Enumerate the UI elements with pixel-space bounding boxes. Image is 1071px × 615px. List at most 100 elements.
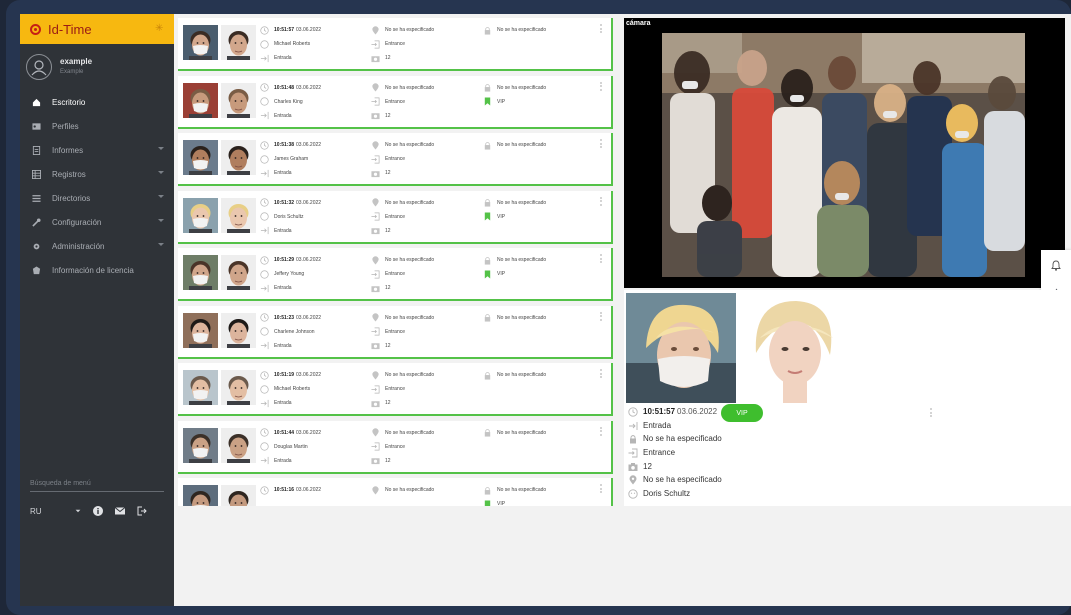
event-more-icon[interactable]: [600, 484, 602, 493]
face-icon: [628, 489, 638, 499]
event-more-icon[interactable]: [600, 311, 602, 321]
menu-search-input[interactable]: Búsqueda de menú: [30, 476, 164, 492]
sidebar-item-4[interactable]: Directorios: [20, 186, 174, 210]
app-screen: Id-Time ✳ example Example Escritorio Perf…: [20, 14, 1071, 606]
event-more-icon[interactable]: [600, 139, 602, 148]
profile-face-image[interactable]: [221, 370, 256, 405]
bell-icon[interactable]: [1051, 260, 1061, 271]
lock-icon: [484, 141, 491, 150]
event-gate: Entrance: [385, 98, 406, 105]
sidebar-item-2[interactable]: Informes: [20, 138, 174, 162]
wrench-icon: [32, 217, 41, 227]
sidebar-item-5[interactable]: Configuración: [20, 210, 174, 234]
detail-vip-badge: VIP: [721, 404, 763, 422]
detail-more-icon[interactable]: [930, 408, 932, 419]
face-icon: [260, 97, 269, 106]
captured-face-image[interactable]: [183, 370, 218, 405]
camera-label: cámara: [626, 20, 651, 27]
sidebar-item-1[interactable]: Perfiles: [20, 114, 174, 138]
profile-face-image[interactable]: [221, 255, 256, 290]
event-more-icon[interactable]: [600, 369, 602, 378]
profile-face-image[interactable]: [221, 312, 256, 348]
captured-face-image[interactable]: [626, 293, 736, 403]
sidebar-item-label: Configuración: [52, 217, 102, 227]
camera-feed-image[interactable]: [662, 33, 1025, 277]
detail-time: 10:51:57: [643, 407, 676, 416]
user-profile[interactable]: example Example: [20, 44, 174, 86]
door-enter-icon: [371, 442, 380, 451]
event-card[interactable]: 10:51:16 03.06.2022 No se ha especificado N…: [178, 478, 613, 507]
event-card[interactable]: 10:51:29 03.06.2022 Jeffery Young Entrada No…: [178, 248, 613, 301]
mail-icon[interactable]: [115, 506, 125, 516]
event-location: No se ha especificado: [385, 487, 435, 493]
logout-icon[interactable]: [137, 506, 147, 516]
event-more-icon[interactable]: [600, 81, 602, 91]
gear-icon: [33, 243, 40, 249]
event-card[interactable]: 10:51:44 03.06.2022 Douglas Martin Entrada N…: [178, 420, 613, 474]
face-icon: [260, 39, 269, 49]
chevron-down-icon: [158, 171, 164, 174]
sidebar-item-7[interactable]: Información de licencia: [20, 258, 174, 282]
camera-icon: [371, 55, 380, 62]
pin-icon[interactable]: ✳: [155, 23, 163, 34]
event-access: No se ha especificado: [497, 257, 547, 263]
profile-face-image[interactable]: [221, 427, 256, 463]
event-person-name: James Graham: [274, 156, 309, 162]
event-card[interactable]: 10:51:19 03.06.2022 Michael Roberts Entrada…: [178, 363, 613, 416]
info-icon[interactable]: [93, 506, 103, 516]
captured-face-image[interactable]: [183, 485, 218, 507]
brand-bar[interactable]: Id-Time ✳: [20, 14, 174, 44]
event-card[interactable]: 10:51:48 03.06.2022 Charles King Entrada No …: [178, 75, 613, 129]
profile-face-image[interactable]: [221, 140, 256, 175]
clock-icon: [260, 140, 269, 150]
event-more-icon[interactable]: [600, 254, 602, 263]
lock-icon: [484, 428, 491, 437]
door-enter-icon: [371, 155, 380, 163]
captured-face-image[interactable]: [183, 427, 218, 463]
sidebar-item-0[interactable]: Escritorio: [20, 90, 174, 114]
clock-icon: [260, 198, 269, 207]
event-access: No se ha especificado: [497, 487, 547, 493]
clock-icon: [260, 83, 269, 92]
profile-face-image[interactable]: [221, 485, 256, 507]
captured-face-image[interactable]: [183, 140, 218, 175]
event-more-icon[interactable]: [600, 24, 602, 33]
sidebar-item-6[interactable]: Administración: [20, 234, 174, 258]
clock-icon: [260, 485, 269, 495]
door-enter-icon: [371, 40, 380, 48]
profile-face-image[interactable]: [221, 82, 256, 118]
profile-face-image[interactable]: [738, 293, 848, 403]
event-more-icon[interactable]: [600, 196, 602, 206]
event-card[interactable]: 10:51:23 03.06.2022 Charlene Johnson Entrad…: [178, 305, 613, 359]
chevron-down-icon: [158, 219, 164, 222]
event-access: No se ha especificado: [497, 429, 547, 436]
event-access: No se ha especificado: [497, 27, 547, 33]
event-card[interactable]: 10:51:38 03.06.2022 James Graham Entrada No …: [178, 133, 613, 186]
event-card[interactable]: 10:51:57 03.06.2022 Michael Roberts Entrada…: [178, 18, 613, 71]
sidebar-item-3[interactable]: Registros: [20, 162, 174, 186]
door-enter-icon: [628, 448, 638, 458]
captured-face-image[interactable]: [183, 82, 218, 118]
captured-face-image[interactable]: [183, 25, 218, 60]
event-camera: 12: [385, 170, 391, 176]
camera-icon: [628, 462, 638, 471]
chevron-down-icon[interactable]: [75, 506, 81, 516]
detail-gate: Entrance: [643, 448, 676, 458]
event-direction: Entrada: [274, 227, 292, 234]
camera-icon: [371, 458, 380, 465]
event-time: 10:51:44: [274, 429, 295, 436]
lock-icon: [630, 435, 636, 444]
user-role: Example: [60, 68, 84, 75]
event-gate: Entrance: [385, 213, 406, 220]
event-card[interactable]: 10:51:32 03.06.2022 Doris Schultz Entrada No…: [178, 190, 613, 244]
event-location: No se ha especificado: [385, 372, 435, 378]
captured-face-image[interactable]: [183, 255, 218, 290]
user-name: example: [60, 56, 93, 66]
profile-face-image[interactable]: [221, 197, 256, 233]
profile-face-image[interactable]: [221, 25, 256, 60]
location-pin-icon: [629, 475, 637, 485]
captured-face-image[interactable]: [183, 197, 218, 233]
captured-face-image[interactable]: [183, 312, 218, 348]
language-select[interactable]: RU: [30, 507, 75, 516]
event-more-icon[interactable]: [600, 426, 602, 436]
